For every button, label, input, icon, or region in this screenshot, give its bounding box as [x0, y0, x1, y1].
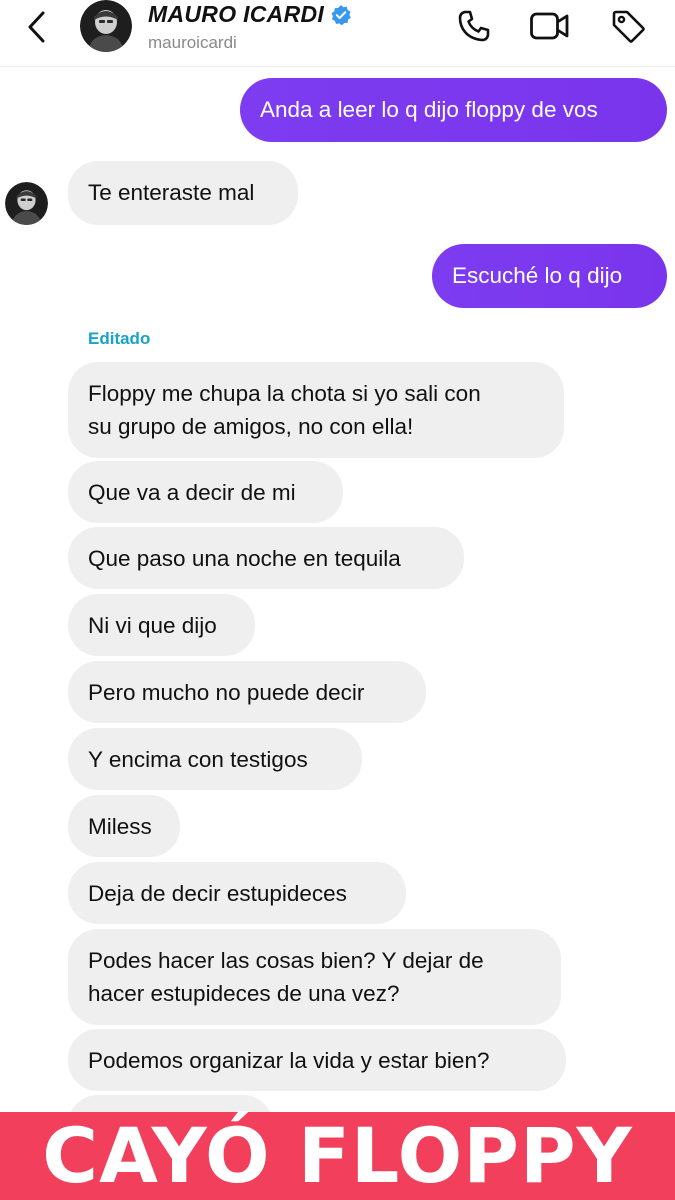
headline-banner: CAYÓ FLOPPY — [0, 1112, 675, 1200]
incoming-message[interactable]: Podemos organizar la vida y estar bien? — [68, 1029, 566, 1091]
contact-name: MAURO ICARDI — [148, 1, 325, 27]
video-call-button[interactable] — [528, 6, 572, 46]
incoming-message[interactable]: Que va a decir de mi — [68, 461, 343, 523]
back-button[interactable] — [20, 10, 54, 44]
edited-label: Editado — [88, 329, 151, 348]
incoming-message[interactable]: Pero mucho no puede decir — [68, 661, 426, 723]
call-button[interactable] — [452, 6, 496, 46]
incoming-message[interactable]: Que paso una noche en tequila — [68, 527, 464, 589]
verified-badge-icon — [330, 4, 352, 26]
incoming-message[interactable]: Floppy me chupa la chota si yo sali con … — [68, 362, 564, 458]
sender-avatar[interactable] — [5, 182, 48, 225]
incoming-message[interactable]: Y encima con testigos — [68, 728, 362, 790]
chat-header: MAURO ICARDI mauroicardi — [0, 0, 675, 67]
incoming-message[interactable]: Deja de decir estupideces — [68, 862, 406, 924]
phone-icon — [458, 10, 490, 42]
tag-icon — [612, 10, 645, 43]
video-camera-icon — [530, 12, 569, 40]
outgoing-message[interactable]: Anda a leer lo q dijo floppy de vos — [240, 78, 667, 142]
chevron-left-icon — [28, 11, 45, 43]
incoming-message[interactable]: Ni vi que dijo — [68, 594, 255, 656]
contact-handle: mauroicardi — [148, 33, 237, 52]
direct-message-screen: MAURO ICARDI mauroicardi Anda a leer lo … — [0, 0, 675, 1200]
outgoing-message[interactable]: Escuché lo q dijo — [432, 244, 667, 308]
incoming-message[interactable]: Podes hacer las cosas bien? Y dejar de h… — [68, 929, 561, 1025]
tag-button[interactable] — [606, 6, 650, 46]
incoming-message[interactable]: Te enteraste mal — [68, 161, 298, 225]
incoming-message[interactable]: Miless — [68, 795, 180, 857]
contact-name-row[interactable]: MAURO ICARDI — [148, 1, 352, 28]
contact-avatar[interactable] — [80, 0, 132, 52]
headline-text: CAYÓ FLOPPY — [42, 1111, 633, 1200]
